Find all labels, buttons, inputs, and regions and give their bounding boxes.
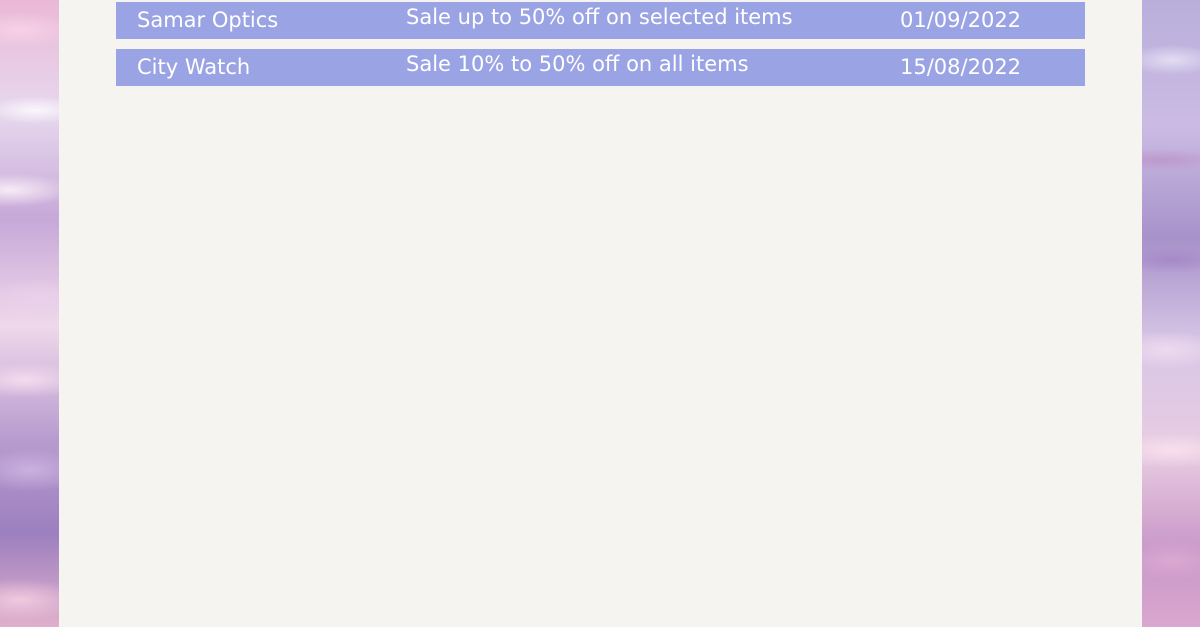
offer-description: Sale 10% to 50% off on all items: [406, 52, 749, 76]
store-name: City Watch: [137, 55, 251, 79]
offer-date: 15/08/2022: [900, 55, 1022, 79]
table-row[interactable]: City Watch Sale 10% to 50% off on all it…: [116, 49, 1085, 86]
sky-background-right: [1142, 0, 1200, 627]
store-name: Samar Optics: [137, 8, 279, 32]
table-row[interactable]: Samar Optics Sale up to 50% off on selec…: [116, 2, 1085, 39]
sky-background-left: [0, 0, 59, 627]
content-panel: Samar Optics Sale up to 50% off on selec…: [59, 0, 1142, 627]
offer-date: 01/09/2022: [900, 8, 1022, 32]
offer-description: Sale up to 50% off on selected items: [406, 5, 793, 29]
